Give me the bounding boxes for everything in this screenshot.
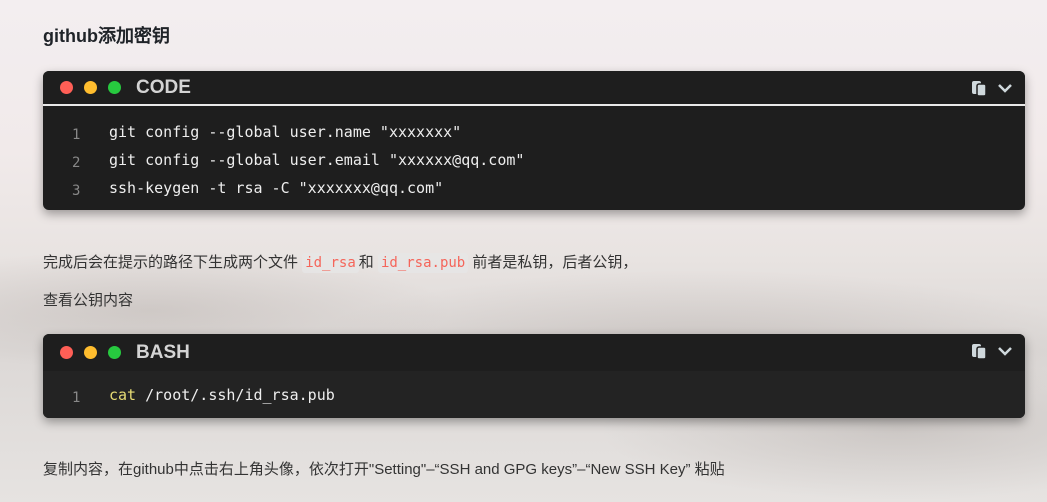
code-text: git config --global user.name "xxxxxxx"	[109, 123, 462, 141]
minimize-dot-icon	[84, 346, 97, 359]
copy-icon[interactable]	[971, 342, 989, 360]
code-block-2: BASH 1 cat /root/.ssh/id_rsa.pub	[43, 334, 1025, 418]
paragraph-view-key: 查看公钥内容	[43, 292, 134, 309]
code-line: 1 git config --global user.name "xxxxxxx"	[43, 118, 1025, 146]
paragraph-instructions: 复制内容，在github中点击右上角头像，依次打开"Setting"–“SSH …	[43, 461, 725, 478]
inline-code: id_rsa.pub	[377, 253, 469, 273]
inline-code: id_rsa	[302, 253, 359, 273]
minimize-dot-icon	[84, 81, 97, 94]
text: 和	[358, 254, 374, 271]
code-text: git config --global user.email "xxxxxx@q…	[109, 151, 525, 169]
line-number: 1	[72, 390, 81, 406]
text: 前者是私钥，后者公钥，	[472, 254, 638, 271]
code-text: /root/.ssh/id_rsa.pub	[136, 386, 335, 404]
maximize-dot-icon	[108, 81, 121, 94]
chevron-down-icon[interactable]	[997, 82, 1013, 94]
code-language: BASH	[136, 341, 190, 363]
code-language: CODE	[136, 76, 191, 98]
line-number: 1	[72, 127, 81, 143]
close-dot-icon	[60, 346, 73, 359]
command-keyword: cat	[109, 386, 137, 404]
close-dot-icon	[60, 81, 73, 94]
code-text: ssh-keygen -t rsa -C "xxxxxxx@qq.com"	[109, 179, 444, 197]
maximize-dot-icon	[108, 346, 121, 359]
code-header: BASH	[43, 334, 1025, 371]
line-number: 3	[72, 183, 81, 199]
text: 完成后会在提示的路径下生成两个文件	[43, 254, 299, 271]
line-number: 2	[72, 155, 81, 171]
paragraph-files: 完成后会在提示的路径下生成两个文件 id_rsa 和 id_rsa.pub 前者是…	[43, 251, 638, 273]
code-line: 1 cat /root/.ssh/id_rsa.pub	[43, 381, 1025, 409]
chevron-down-icon[interactable]	[997, 345, 1013, 357]
code-line: 3 ssh-keygen -t rsa -C "xxxxxxx@qq.com"	[43, 174, 1025, 202]
section-heading: github添加密钥	[43, 26, 170, 46]
copy-icon[interactable]	[971, 79, 989, 97]
code-line: 2 git config --global user.email "xxxxxx@…	[43, 146, 1025, 174]
code-block-1: CODE 1 git config --global user.name "xxx…	[43, 71, 1025, 210]
code-header: CODE	[43, 71, 1025, 106]
